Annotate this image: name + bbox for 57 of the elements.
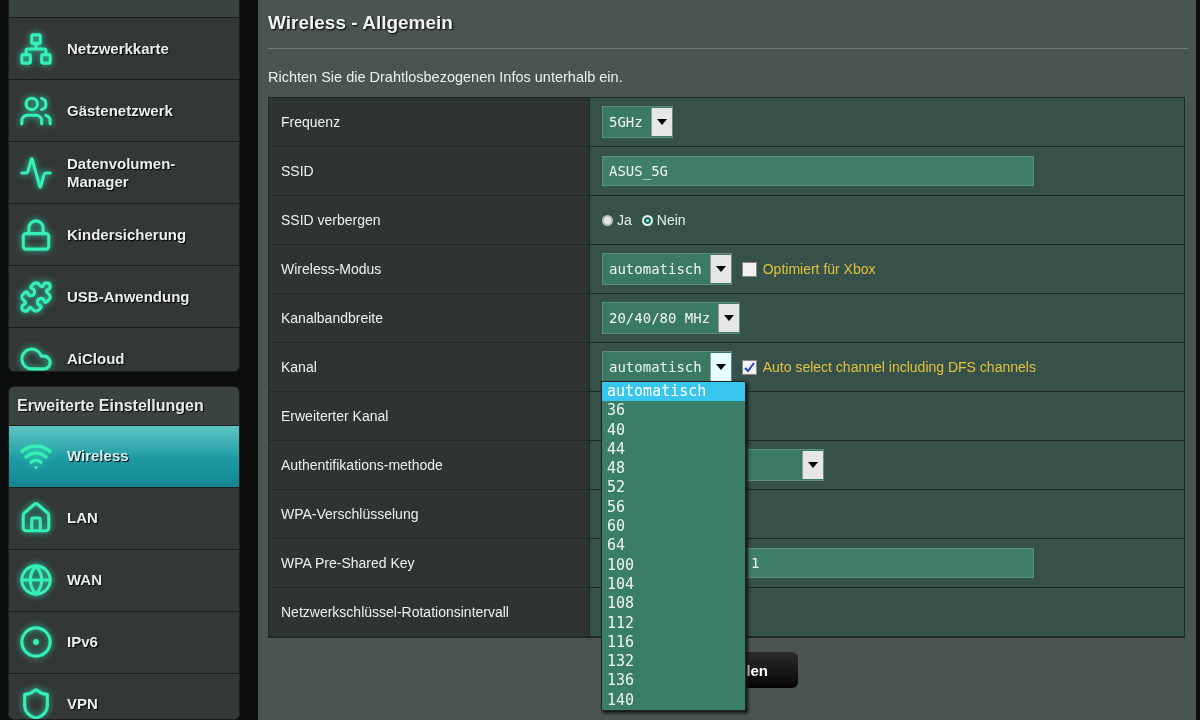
dropdown-option[interactable]: 60 [602, 517, 745, 537]
page-title: Wireless - Allgemein [268, 12, 1188, 49]
select-field[interactable]: 5GHz [602, 106, 673, 138]
setting-label: WPA Pre-Shared Key [269, 539, 590, 587]
dropdown-option[interactable]: 48 [602, 459, 745, 479]
sidebar-item[interactable]: Wireless [9, 424, 239, 487]
checkbox[interactable] [741, 261, 757, 277]
sidebar-heading: Erweiterte Einstellungen [9, 386, 239, 425]
setting-label: Frequenz [269, 98, 590, 146]
checkbox[interactable] [741, 359, 757, 375]
select-field[interactable]: automatisch [602, 253, 732, 285]
dropdown-option[interactable]: 116 [602, 632, 745, 653]
globe-icon [19, 563, 53, 598]
chart-icon [19, 155, 53, 190]
dropdown-option[interactable]: 136 [602, 671, 745, 691]
setting-label: Netzwerkschlüssel-Rotationsintervall [269, 588, 590, 636]
radio-label: Nein [656, 212, 686, 228]
select-field[interactable]: 20/40/80 MHz [602, 302, 741, 334]
sidebar-item[interactable]: Kindersicherung [9, 203, 239, 265]
dropdown-option[interactable]: 132 [602, 652, 745, 672]
setting-label: SSID [269, 147, 590, 195]
radio-button[interactable] [602, 214, 613, 226]
checkbox-label: Auto select channel including DFS channels [762, 359, 1036, 375]
sidebar-item[interactable]: Datenvolumen-Manager [9, 141, 239, 203]
setting-label: Kanalbandbreite [269, 294, 590, 342]
setting-label: Erweiterter Kanal [269, 392, 590, 440]
sidebar-item[interactable]: AiCloud [9, 327, 239, 371]
dropdown-option[interactable]: 100 [602, 555, 745, 575]
puzzle-icon [19, 279, 53, 314]
dropdown-option[interactable]: 112 [602, 613, 745, 633]
setting-label: WPA-Verschlüsselung [269, 490, 590, 538]
dropdown-option[interactable]: 52 [602, 478, 745, 498]
dropdown-option[interactable]: 36 [602, 401, 745, 421]
dropdown-option[interactable]: 44 [602, 439, 745, 460]
checkbox-label: Optimiert für Xbox [762, 261, 876, 277]
sidebar-item[interactable]: USB-Anwendung [9, 265, 239, 327]
setting-label: Kanal [269, 343, 590, 391]
lock-icon [19, 217, 53, 252]
dropdown-option[interactable]: 108 [602, 594, 745, 614]
input-field[interactable]: ASUS_5G [602, 156, 1034, 186]
setting-label: Authentifikations-methode [269, 441, 590, 489]
setting-label: SSID verbergen [269, 196, 590, 244]
network-icon [19, 31, 53, 66]
circle-icon [19, 625, 53, 660]
radio-label: Ja [617, 212, 632, 228]
sidebar-item[interactable]: LAN [9, 486, 239, 549]
select-field[interactable]: automatisch [602, 351, 732, 383]
dropdown-option[interactable]: 40 [602, 420, 745, 440]
page-description: Richten Sie die Drahtlosbezogenen Infos unterhalb ein. [268, 69, 624, 85]
dropdown-option[interactable]: 140 [602, 690, 745, 711]
sidebar-item[interactable]: IPv6 [9, 610, 239, 673]
sidebar-item[interactable]: Netzwerkkarte [9, 17, 239, 79]
dropdown-option[interactable]: 56 [602, 497, 745, 518]
setting-label: Wireless-Modus [269, 245, 590, 293]
sidebar-item[interactable]: WAN [9, 548, 239, 611]
sidebar-item[interactable]: VPN [9, 672, 239, 719]
sidebar-item[interactable]: Gästenetzwerk [9, 79, 239, 141]
